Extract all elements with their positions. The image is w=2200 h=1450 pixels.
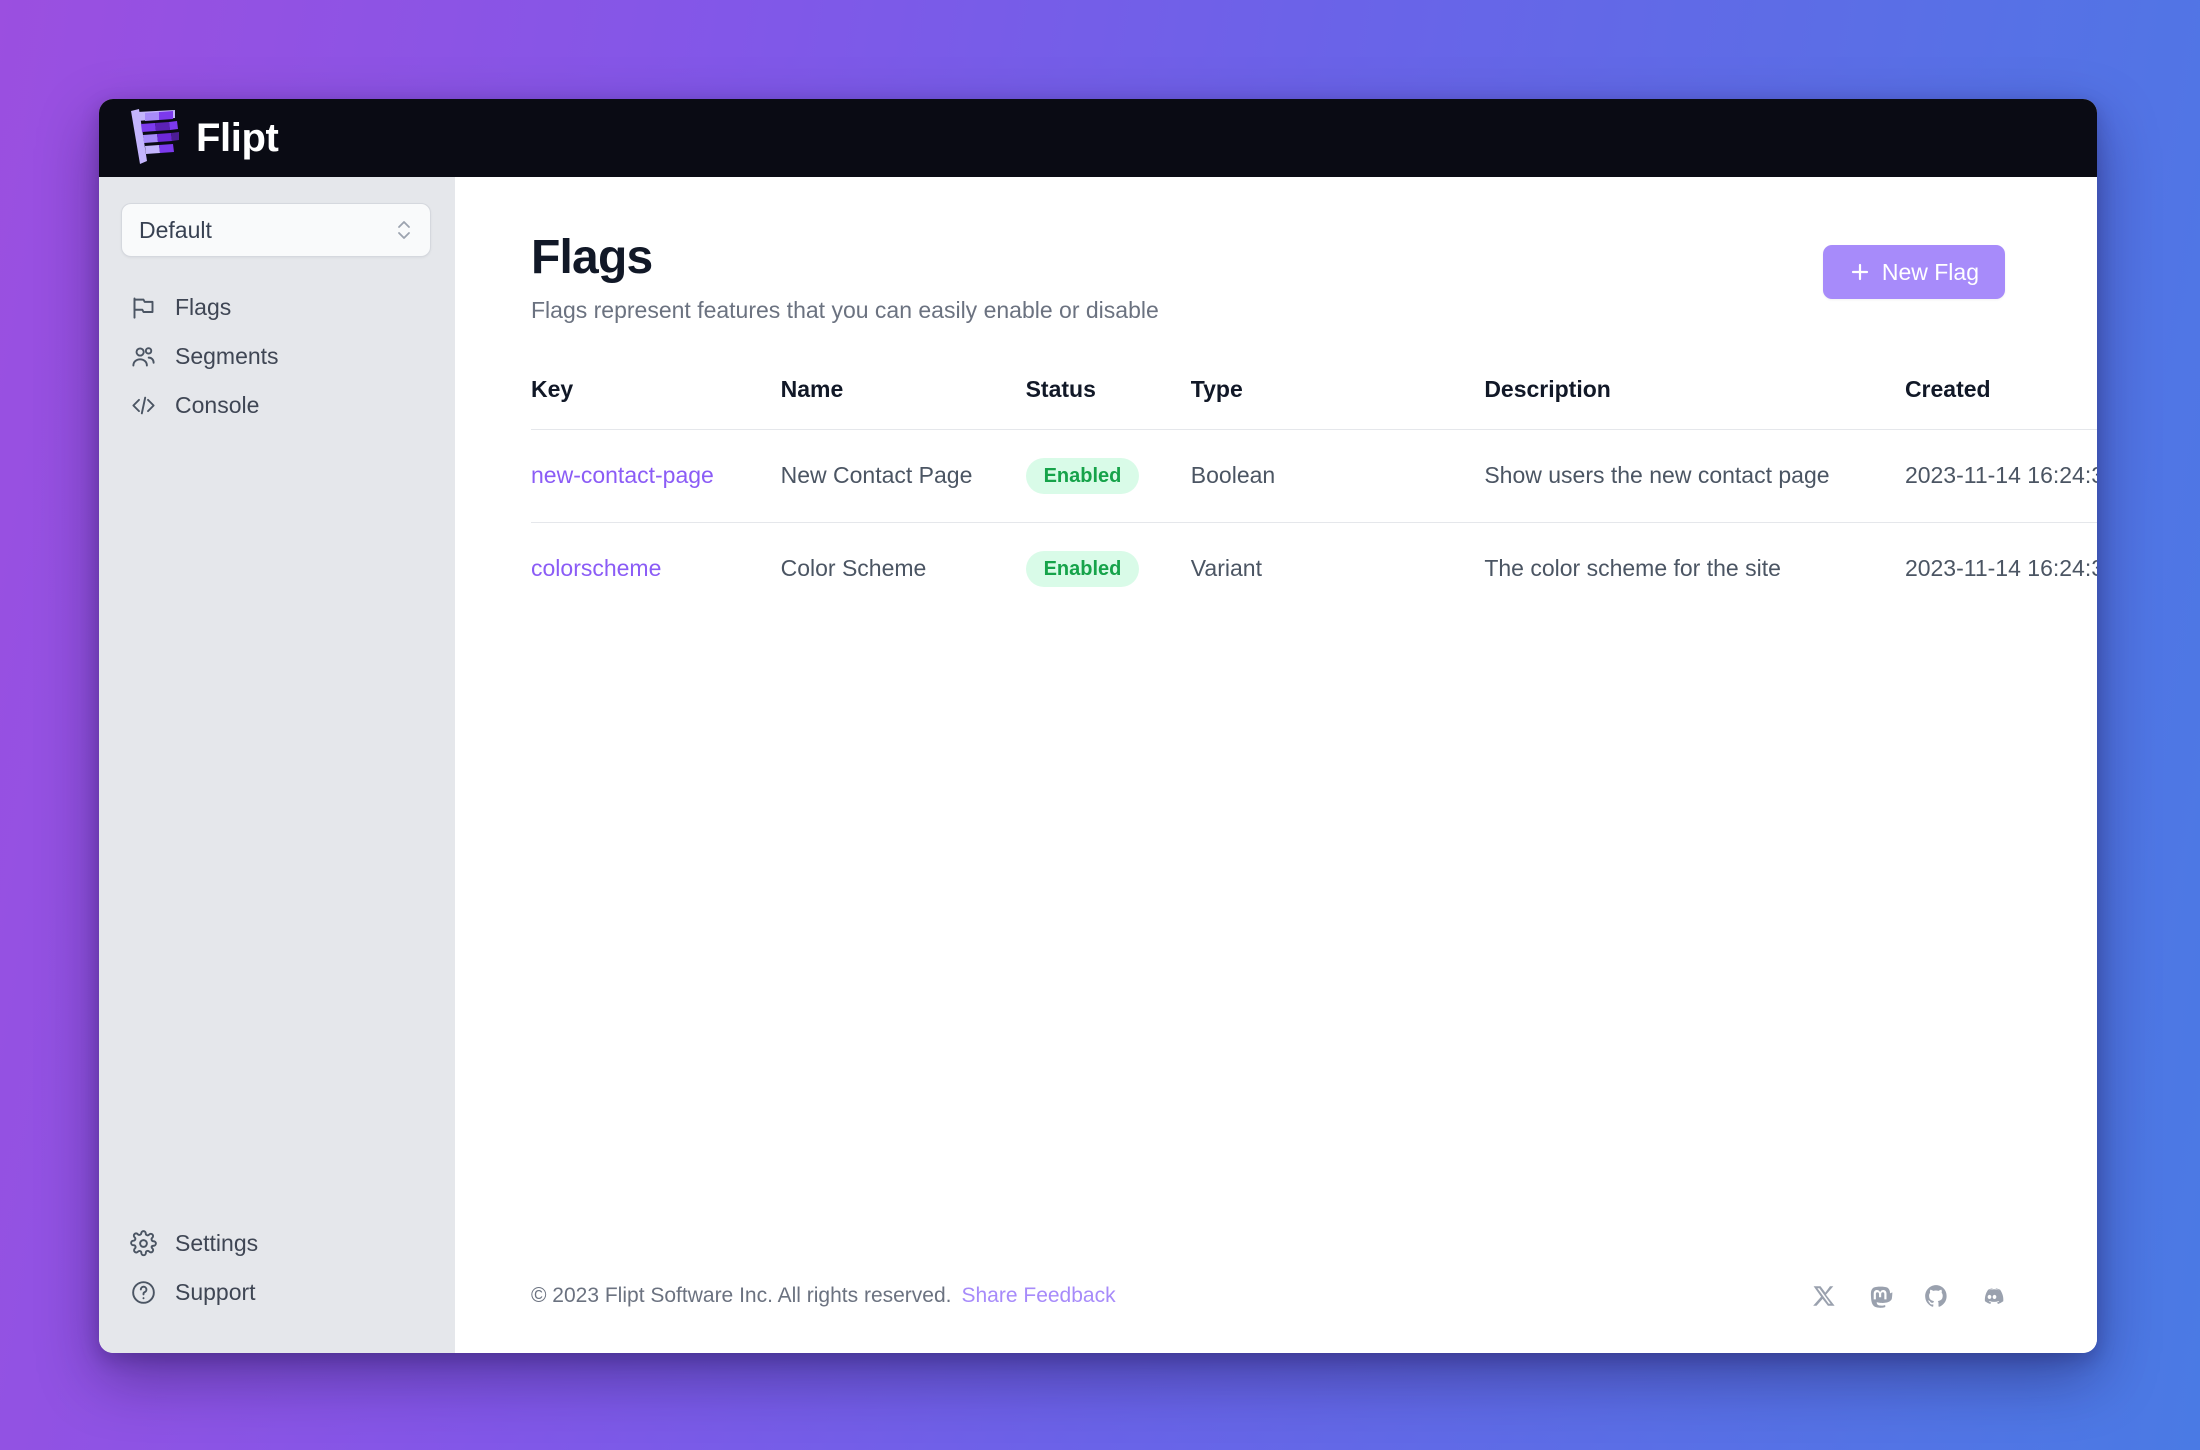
page-subtitle: Flags represent features that you can ea… bbox=[531, 296, 1159, 323]
cell-key: colorscheme bbox=[531, 521, 781, 615]
plus-icon bbox=[1851, 263, 1868, 281]
sidebar-nav: Flags Segments Console bbox=[121, 283, 431, 430]
new-flag-button[interactable]: New Flag bbox=[1822, 245, 2005, 299]
page-header: Flags Flags represent features that you … bbox=[531, 231, 2097, 324]
users-icon bbox=[132, 347, 155, 367]
cell-status: Enabled bbox=[1025, 521, 1191, 615]
cell-name: New Contact Page bbox=[780, 428, 1026, 523]
sidebar-item-label-support: Support bbox=[175, 1279, 256, 1305]
table-header-row: Key Name Status Type Description Created… bbox=[531, 376, 2097, 430]
column-header-description: Description bbox=[1484, 375, 1611, 402]
flag-key-link[interactable]: colorscheme bbox=[531, 555, 661, 581]
cell-status: Enabled bbox=[1025, 428, 1191, 523]
sidebar-item-label-console: Console bbox=[175, 392, 260, 418]
main-inner: Flags Flags represent features that you … bbox=[531, 177, 2097, 1353]
flags-table-container: Key Name Status Type Description Created… bbox=[531, 376, 2097, 615]
app-window: Flipt Default Flags Segments Console Set… bbox=[99, 99, 2097, 1353]
flags-table: Key Name Status Type Description Created… bbox=[531, 376, 2097, 615]
sidebar-item-flags[interactable]: Flags bbox=[121, 283, 431, 332]
github-icon[interactable] bbox=[1923, 1283, 1949, 1309]
code-brackets-icon bbox=[132, 396, 155, 415]
flags-table-body: new-contact-page New Contact Page Enable… bbox=[531, 428, 2097, 615]
status-badge: Enabled bbox=[1025, 457, 1140, 494]
question-circle-icon bbox=[132, 1281, 155, 1304]
sidebar-item-label-segments: Segments bbox=[175, 343, 279, 369]
column-header-created: Created bbox=[1904, 375, 1991, 402]
table-row[interactable]: new-contact-page New Contact Page Enable… bbox=[531, 428, 2097, 523]
sidebar-item-support[interactable]: Support bbox=[121, 1268, 431, 1317]
copyright-text: © 2023 Flipt Software Inc. All rights re… bbox=[531, 1284, 952, 1307]
cell-description: Show users the new contact page bbox=[1484, 428, 1905, 523]
mastodon-icon[interactable] bbox=[1867, 1283, 1893, 1309]
namespace-select[interactable]: Default bbox=[121, 203, 431, 257]
flipt-flag-logo-icon bbox=[131, 109, 179, 164]
cell-name: Color Scheme bbox=[780, 521, 1026, 615]
chevron-up-down-icon bbox=[398, 221, 410, 239]
cell-created: 2023-11-14 16:24:34 UTC bbox=[1904, 521, 2097, 615]
social-links bbox=[1811, 1283, 2005, 1309]
cell-type: Variant bbox=[1190, 521, 1485, 615]
top-bar: Flipt bbox=[99, 99, 2097, 177]
footer: © 2023 Flipt Software Inc. All rights re… bbox=[531, 1283, 2097, 1353]
share-feedback-link[interactable]: Share Feedback bbox=[962, 1284, 1116, 1308]
sidebar-item-console[interactable]: Console bbox=[121, 381, 431, 430]
new-flag-button-label: New Flag bbox=[1881, 258, 1979, 285]
sidebar-bottom-nav: Settings Support bbox=[121, 1219, 431, 1353]
table-row[interactable]: colorscheme Color Scheme Enabled Variant… bbox=[531, 521, 2097, 615]
cell-created: 2023-11-14 16:24:34 UTC bbox=[1904, 428, 2097, 523]
x-twitter-icon[interactable] bbox=[1811, 1283, 1837, 1309]
discord-icon[interactable] bbox=[1979, 1283, 2005, 1309]
sidebar-item-label-flags: Flags bbox=[175, 294, 232, 320]
flags-table-head: Key Name Status Type Description Created… bbox=[531, 376, 2097, 430]
column-header-status: Status bbox=[1025, 375, 1096, 402]
brand[interactable]: Flipt bbox=[125, 107, 279, 169]
column-header-key: Key bbox=[531, 375, 574, 402]
sidebar: Default Flags Segments Console Settings … bbox=[99, 177, 455, 1353]
sidebar-item-segments[interactable]: Segments bbox=[121, 332, 431, 381]
column-header-type: Type bbox=[1190, 375, 1243, 402]
gear-icon bbox=[130, 1230, 157, 1257]
flag-icon bbox=[133, 297, 154, 319]
main-content: Flags Flags represent features that you … bbox=[455, 177, 2097, 1353]
brand-name: Flipt bbox=[196, 116, 279, 160]
page-heading-group: Flags Flags represent features that you … bbox=[531, 231, 1159, 324]
sidebar-item-settings[interactable]: Settings bbox=[121, 1219, 431, 1268]
cell-type: Boolean bbox=[1190, 428, 1485, 523]
sidebar-item-label-settings: Settings bbox=[175, 1230, 259, 1256]
page-title: Flags bbox=[531, 231, 653, 284]
namespace-select-value: Default bbox=[139, 216, 212, 243]
column-header-name: Name bbox=[780, 375, 844, 402]
footer-left: © 2023 Flipt Software Inc. All rights re… bbox=[531, 1284, 1116, 1308]
cell-key: new-contact-page bbox=[531, 428, 781, 523]
flag-key-link[interactable]: new-contact-page bbox=[531, 462, 714, 488]
cell-description: The color scheme for the site bbox=[1484, 521, 1905, 615]
status-badge: Enabled bbox=[1025, 550, 1140, 587]
app-body: Default Flags Segments Console Settings … bbox=[99, 177, 2097, 1353]
